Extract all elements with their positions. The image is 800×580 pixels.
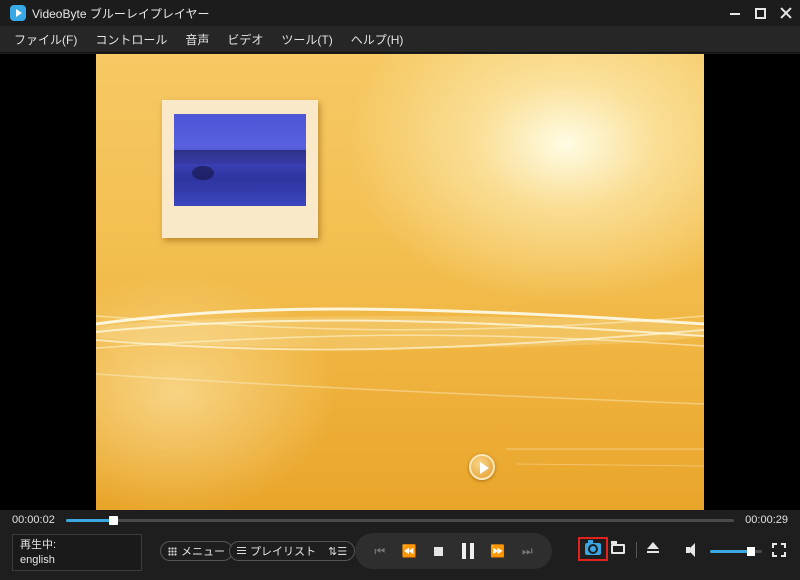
sort-list-icon[interactable]: ⇅☰ [328, 545, 347, 558]
fast-forward-icon[interactable]: ⏩ [487, 540, 509, 562]
menu-item-control[interactable]: コントロール [95, 31, 167, 48]
volume-slider-fill [710, 550, 751, 553]
menu-item-tools[interactable]: ツール(T) [281, 31, 332, 48]
camera-icon [585, 540, 601, 555]
volume-slider[interactable] [710, 547, 762, 556]
transport-controls: ⏮ ⏪ ⏩ ⏭ [355, 533, 552, 569]
progress-row: 00:00:02 00:00:29 [0, 510, 800, 530]
photo-thumbnail-card[interactable] [162, 100, 318, 238]
stop-button[interactable] [428, 540, 450, 562]
total-time: 00:00:29 [745, 514, 788, 526]
close-icon[interactable] [780, 7, 792, 19]
playlist-button-label: プレイリスト [250, 546, 316, 558]
current-time: 00:00:02 [12, 514, 55, 526]
menu-item-file[interactable]: ファイル(F) [14, 31, 77, 48]
playback-status-box: 再生中: english [12, 534, 142, 571]
snapshot-button[interactable] [578, 537, 608, 561]
volume-icon[interactable] [686, 543, 704, 557]
status-label: 再生中: [20, 539, 57, 551]
desert-night-photo [174, 114, 306, 206]
stop-icon [434, 546, 444, 556]
seek-bar-thumb[interactable] [108, 516, 118, 525]
next-chapter-icon[interactable]: ⏭ [516, 540, 538, 562]
list-icon [237, 547, 246, 555]
seek-bar-fill [66, 519, 113, 522]
rewind-icon[interactable]: ⏪ [398, 540, 420, 562]
eject-icon[interactable] [646, 542, 660, 556]
menu-item-video[interactable]: ビデオ [227, 31, 263, 48]
controls-row: 再生中: english メニュー プレイリスト ⇅☰ ⏮ ⏪ ⏩ ⏭ [0, 530, 800, 580]
video-viewport[interactable] [0, 54, 800, 510]
audio-track-value: english [20, 554, 55, 566]
maximize-icon[interactable] [755, 7, 766, 19]
pause-button[interactable] [457, 540, 479, 562]
title-bar: VideoByte ブルーレイプレイヤー [0, 0, 800, 26]
minimize-icon[interactable] [729, 7, 741, 19]
play-circle-icon[interactable] [469, 454, 495, 480]
previous-chapter-icon[interactable]: ⏮ [369, 540, 391, 562]
menu-item-help[interactable]: ヘルプ(H) [351, 31, 404, 48]
menu-item-audio[interactable]: 音声 [185, 31, 209, 48]
grid-icon [168, 546, 177, 556]
open-folder-icon[interactable] [611, 541, 625, 554]
menu-bar: ファイル(F) コントロール 音声 ビデオ ツール(T) ヘルプ(H) [0, 26, 800, 53]
window-title: VideoByte ブルーレイプレイヤー [32, 6, 210, 21]
fullscreen-icon[interactable] [772, 543, 786, 557]
menu-button[interactable]: メニュー [160, 541, 233, 561]
play-logo-icon [10, 5, 26, 21]
blu-ray-menu-screen[interactable] [96, 54, 704, 510]
menu-button-label: メニュー [181, 546, 225, 558]
pause-icon [462, 543, 475, 559]
divider [636, 542, 637, 558]
window-controls [729, 0, 792, 26]
seek-bar[interactable] [66, 516, 734, 525]
volume-slider-thumb[interactable] [746, 547, 755, 556]
playlist-button[interactable]: プレイリスト ⇅☰ [229, 541, 356, 561]
